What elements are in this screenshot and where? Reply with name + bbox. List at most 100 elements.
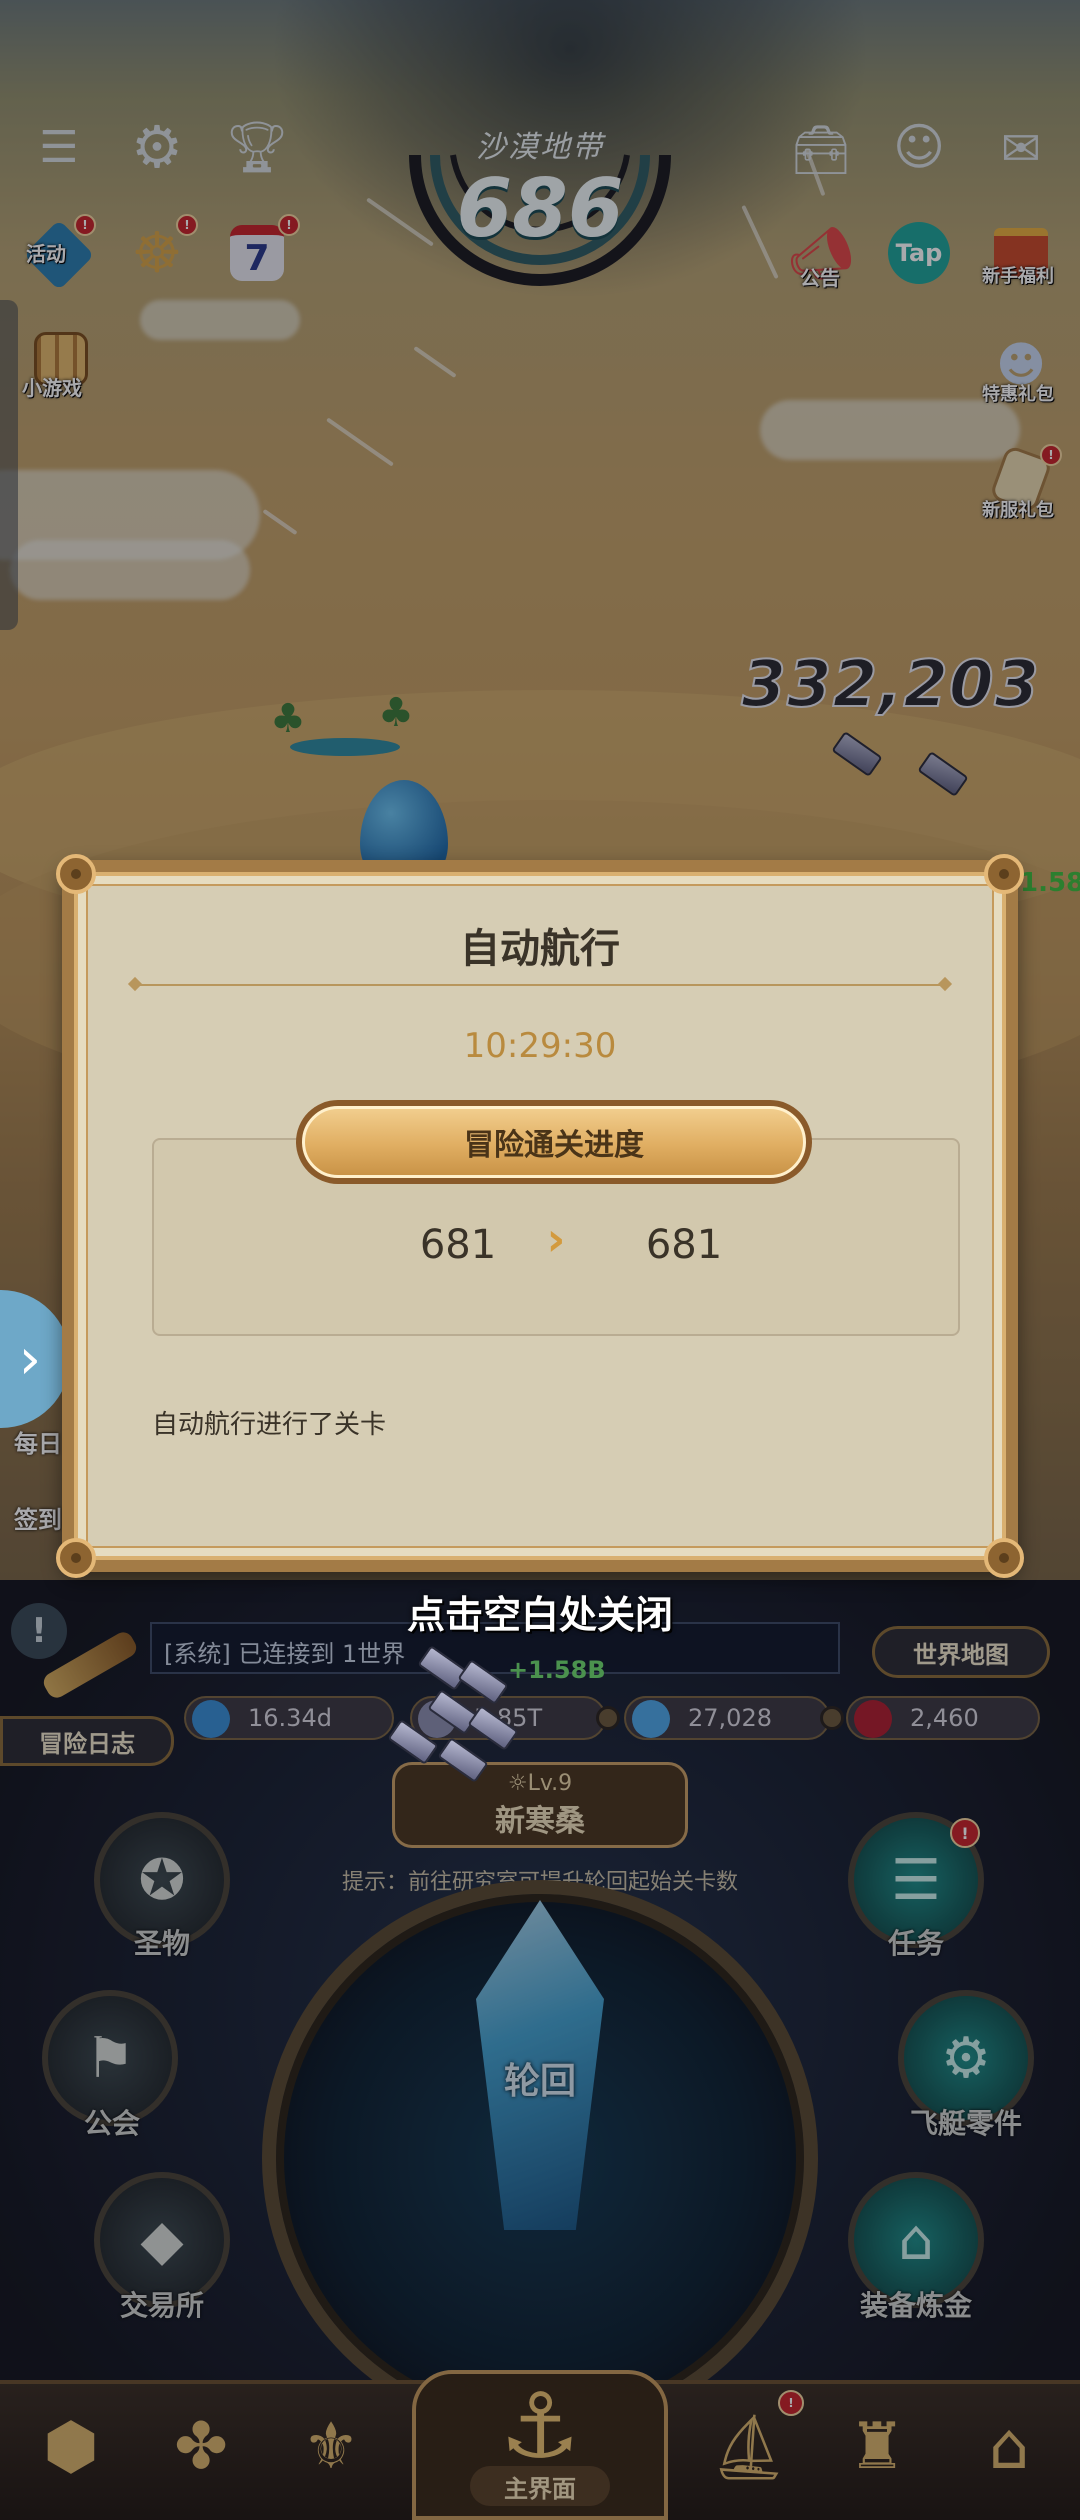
telescope-button[interactable] bbox=[40, 1628, 140, 1702]
progress-banner: 冒险通关进度 bbox=[296, 1100, 812, 1184]
left-edge-handle[interactable] bbox=[0, 300, 18, 630]
resource-diamond[interactable]: 27,028 bbox=[624, 1696, 830, 1740]
trophy-icon: 🏆︎ bbox=[225, 117, 289, 176]
relic-label: 圣物 bbox=[133, 1927, 190, 1960]
server-pack-label: 新服礼包 bbox=[982, 500, 1054, 521]
friends-button[interactable]: ☺ bbox=[884, 112, 954, 182]
combat-power: 332,203 bbox=[741, 647, 1041, 723]
cloud bbox=[140, 300, 300, 340]
auto-sail-dialog: 自动航行 10:29:30 冒险通关进度 681 › 681 自动航行进行了关卡 bbox=[56, 854, 1024, 1578]
cloud bbox=[760, 400, 1020, 460]
sail-duration: 10:29:30 bbox=[463, 1026, 617, 1066]
gear-icon: ⚙ bbox=[131, 113, 183, 181]
dialog-panel: 自动航行 10:29:30 冒险通关进度 681 › 681 自动航行进行了关卡 bbox=[74, 872, 1006, 1560]
shop-icon: ⌂ bbox=[988, 2410, 1030, 2484]
nav-crew[interactable]: ⚜ bbox=[276, 2392, 386, 2502]
gear-icon bbox=[820, 1706, 844, 1730]
resource-ruby[interactable]: 2,460 bbox=[846, 1696, 1040, 1740]
chevron-right-icon: › bbox=[18, 1326, 42, 1392]
notification-badge: ! bbox=[778, 2390, 804, 2416]
palm-icon: ♣ bbox=[270, 696, 306, 742]
potion-icon bbox=[192, 1700, 230, 1738]
progress-banner-label: 冒险通关进度 bbox=[302, 1106, 806, 1178]
nav-tower[interactable]: ♜ bbox=[822, 2392, 932, 2502]
alchemy-label: 装备炼金 bbox=[859, 2289, 972, 2322]
notification-badge: ! bbox=[950, 1818, 980, 1848]
newbie-gift-label: 新手福利 bbox=[982, 266, 1054, 287]
mail-icon: ✉ bbox=[1000, 121, 1042, 177]
ship-level: ☼Lv.9 bbox=[507, 1770, 573, 1796]
palm-icon: ♣ bbox=[378, 690, 414, 736]
to-level: 681 bbox=[645, 1222, 723, 1268]
cloud bbox=[10, 540, 250, 600]
propeller-icon: ✤ bbox=[174, 2410, 228, 2484]
nav-ship[interactable]: ⛵︎ ! bbox=[694, 2390, 804, 2502]
announcement-label: 公告 bbox=[800, 266, 840, 290]
gear-icon bbox=[596, 1706, 620, 1730]
helm-button[interactable]: ☸ ! bbox=[122, 214, 198, 288]
wind-streak bbox=[326, 417, 394, 467]
nav-main-label: 主界面 bbox=[470, 2466, 610, 2506]
nav-propeller[interactable]: ✤ bbox=[146, 2392, 256, 2502]
calendar-button[interactable]: 7 ! bbox=[222, 214, 300, 288]
resource-potion[interactable]: 16.34d bbox=[184, 1696, 394, 1740]
minigame-label: 小游戏 bbox=[22, 376, 82, 400]
from-level: 681 bbox=[419, 1222, 497, 1268]
menu-button[interactable]: ☰ bbox=[24, 112, 94, 182]
exchange-label: 交易所 bbox=[119, 2289, 204, 2322]
notification-badge: ! bbox=[1040, 444, 1062, 466]
notification-badge: ! bbox=[278, 214, 300, 236]
crew-banner-icon: ⚜ bbox=[302, 2410, 360, 2484]
title-divider bbox=[134, 984, 946, 986]
special-pack-label: 特惠礼包 bbox=[982, 384, 1054, 405]
settings-button[interactable]: ⚙ bbox=[122, 112, 192, 182]
ruby-icon bbox=[854, 1700, 892, 1738]
banner-icon: ⚑ bbox=[84, 2025, 136, 2091]
stage-number: 686 bbox=[456, 162, 624, 255]
dialog-title: 自动航行 bbox=[460, 926, 620, 972]
nav-shop[interactable]: ⌂ bbox=[954, 2392, 1064, 2502]
guild-label: 公会 bbox=[83, 2107, 140, 2140]
star-icon: ✪ bbox=[138, 1847, 186, 1913]
mail-button[interactable]: ✉ bbox=[986, 114, 1056, 184]
gears-icon: ⚙ bbox=[940, 2025, 992, 2091]
resource-value: 16.34d bbox=[248, 1704, 332, 1732]
notification-badge: ! bbox=[74, 214, 96, 236]
dialog-description: 自动航行进行了关卡 bbox=[152, 1410, 387, 1440]
chat-text: [系统] 已连接到 1世界 bbox=[164, 1640, 406, 1668]
stage-name: 沙漠地带 bbox=[476, 130, 604, 165]
nav-battle[interactable]: ⬢ bbox=[16, 2392, 126, 2502]
oasis bbox=[290, 738, 400, 756]
hamburger-icon: ☰ bbox=[39, 121, 79, 173]
diamond-icon bbox=[632, 1700, 670, 1738]
notification-badge: ! bbox=[176, 214, 198, 236]
resource-value: 2,460 bbox=[910, 1704, 979, 1732]
friend-heart-icon: ☺ bbox=[892, 118, 946, 176]
corner-rivet bbox=[984, 854, 1024, 894]
ranking-button[interactable]: 🏆︎ bbox=[222, 112, 292, 182]
corner-rivet bbox=[984, 1538, 1024, 1578]
wind-streak bbox=[262, 508, 298, 536]
chat-gain: +1.58B bbox=[508, 1656, 606, 1684]
side-gain-text: 1.58 bbox=[1020, 868, 1080, 898]
daily-peek-label: 每日 bbox=[14, 1430, 62, 1458]
wind-streak bbox=[413, 346, 457, 378]
corner-rivet bbox=[56, 1538, 96, 1578]
inventory-button[interactable]: 🧰︎ bbox=[786, 114, 856, 184]
tap-button[interactable]: Tap bbox=[884, 218, 954, 288]
tap-to-close-hint[interactable]: 点击空白处关闭 bbox=[0, 1584, 1080, 1639]
ship-nameplate[interactable]: ☼Lv.9 新寒桑 bbox=[392, 1762, 688, 1848]
alchemy-door-icon: ⌂ bbox=[898, 2207, 934, 2273]
quest-scroll-icon: ☰ bbox=[890, 1847, 942, 1913]
battle-emblem-icon: ⬢ bbox=[43, 2410, 99, 2484]
toolbox-icon: 🧰︎ bbox=[790, 121, 852, 178]
arrow-right-icon: › bbox=[546, 1212, 566, 1266]
telescope-icon bbox=[40, 1628, 140, 1702]
corner-rivet bbox=[56, 854, 96, 894]
adventure-log-button[interactable]: 冒险日志 bbox=[0, 1716, 174, 1766]
tower-icon: ♜ bbox=[848, 2410, 906, 2484]
calendar-icon: 7 bbox=[230, 225, 284, 281]
ship-icon: ⛵︎ bbox=[708, 2410, 790, 2485]
diamond-icon: ◆ bbox=[140, 2207, 184, 2273]
resource-value: 27,028 bbox=[688, 1704, 772, 1732]
